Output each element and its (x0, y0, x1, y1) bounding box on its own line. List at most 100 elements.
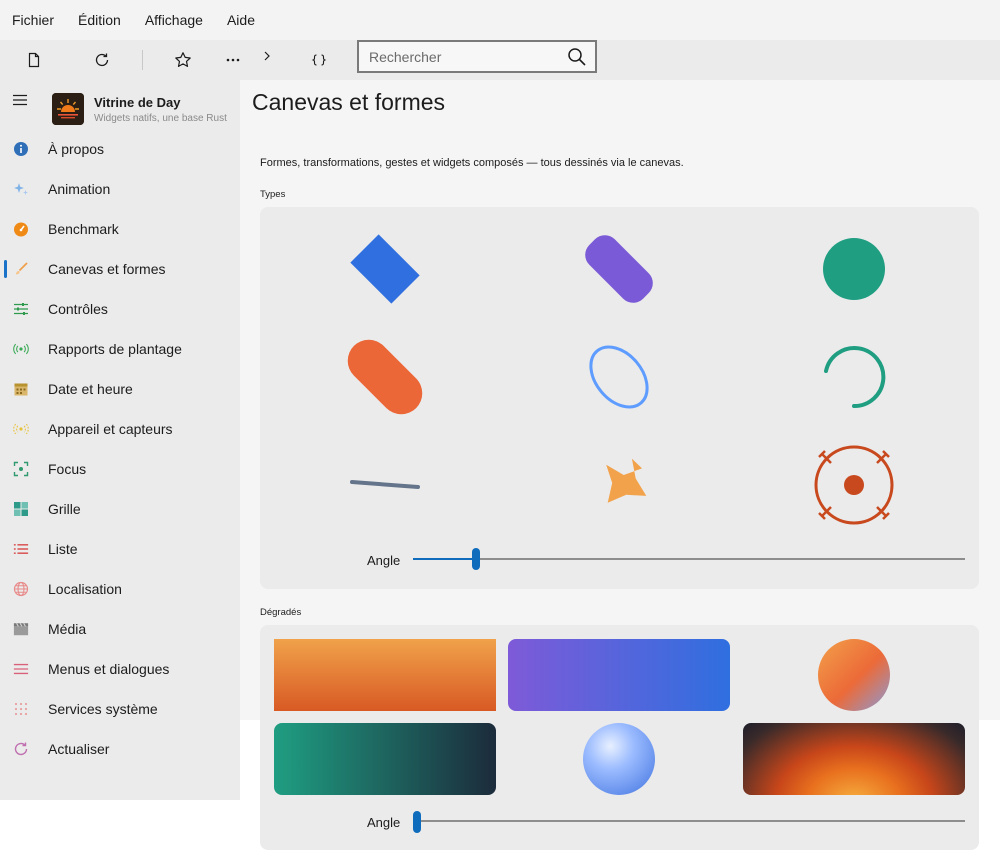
sidebar-item-appareil-et-capteurs[interactable]: Appareil et capteurs (0, 409, 240, 449)
globe-icon (13, 581, 29, 597)
radial-gradient-sunset (743, 723, 965, 795)
favorite-button[interactable] (169, 46, 197, 74)
menu-aide[interactable]: Aide (227, 12, 255, 28)
list-icon (13, 541, 29, 557)
broadcast-icon (13, 341, 29, 357)
gradients-angle-thumb[interactable] (412, 811, 421, 833)
sidebar-item-media[interactable]: Média (0, 609, 240, 649)
sidebar-nav: À propos Animation Benchmark Canevas et … (0, 129, 240, 769)
arc-shape (824, 346, 886, 409)
focus-icon (13, 461, 29, 477)
sidebar-item-label: Rapports de plantage (48, 341, 182, 357)
sidebar-item-label: À propos (48, 141, 105, 157)
capsule-shape (347, 339, 423, 415)
sliders-icon (13, 301, 29, 317)
sidebar-item-label: Animation (48, 181, 111, 197)
sidebar-item-liste[interactable]: Liste (0, 529, 240, 569)
overflow-chevron-button[interactable] (253, 42, 281, 70)
brush-icon (13, 261, 29, 277)
target-shape (814, 445, 894, 525)
toolbar-separator (142, 50, 143, 70)
linear-gradient-orange (274, 639, 496, 711)
sensor-icon (13, 421, 29, 437)
gauge-icon (13, 221, 29, 237)
star-shape (606, 458, 647, 503)
sidebar-item-benchmark[interactable]: Benchmark (0, 209, 240, 249)
sidebar-item-label: Services système (48, 701, 158, 717)
sparkle-icon (13, 181, 29, 197)
radial-gradient-sphere (583, 723, 655, 795)
ellipse-outline-shape (589, 345, 649, 409)
sidebar-item-focus[interactable]: Focus (0, 449, 240, 489)
sidebar-item-menus-et-dialogues[interactable]: Menus et dialogues (0, 649, 240, 689)
more-icon (226, 58, 240, 62)
sidebar-item-grille[interactable]: Grille (0, 489, 240, 529)
app-subtitle: Widgets natifs, une base Rust (94, 113, 227, 124)
rounded-rectangle-shape (585, 235, 653, 303)
sidebar-item-label: Benchmark (48, 221, 119, 237)
sidebar-item-actualiser[interactable]: Actualiser (0, 729, 240, 769)
star-icon (175, 52, 191, 67)
search-box (357, 40, 597, 73)
sidebar-item-a-propos[interactable]: À propos (0, 129, 240, 169)
page-description: Formes, transformations, gestes et widge… (260, 157, 684, 169)
toolbar (0, 40, 1000, 80)
types-angle-fill (413, 558, 477, 560)
code-button[interactable] (305, 46, 333, 74)
dots-grid-icon (13, 701, 29, 717)
more-button[interactable] (219, 46, 247, 74)
calendar-icon (13, 381, 29, 397)
sidebar-item-label: Média (48, 621, 87, 637)
menu-icon (13, 661, 29, 677)
app-logo (52, 93, 84, 125)
app-title: Vitrine de Day (94, 95, 181, 110)
menu-edition[interactable]: Édition (78, 12, 121, 28)
chevron-right-icon (264, 51, 270, 61)
sidebar-item-canevas-et-formes[interactable]: Canevas et formes (0, 249, 240, 289)
page-title: Canevas et formes (252, 89, 446, 115)
sidebar-item-animation[interactable]: Animation (0, 169, 240, 209)
circular-gradient (818, 639, 890, 711)
grid-icon (13, 501, 29, 517)
gradients-angle-track[interactable] (413, 820, 965, 822)
types-angle-track[interactable] (413, 558, 965, 560)
sidebar-item-controles[interactable]: Contrôles (0, 289, 240, 329)
new-page-icon (28, 52, 40, 68)
gradients-angle-label: Angle (367, 815, 401, 830)
circle-shape (823, 238, 885, 300)
new-page-button[interactable] (20, 46, 48, 74)
sidebar-item-label: Canevas et formes (48, 261, 166, 277)
clapper-icon (13, 621, 29, 637)
sidebar-item-date-et-heure[interactable]: Date et heure (0, 369, 240, 409)
line-shape (350, 480, 420, 489)
refresh-icon (13, 741, 29, 757)
sidebar-item-label: Liste (48, 541, 78, 557)
info-icon (13, 141, 29, 157)
types-angle-label: Angle (367, 553, 401, 568)
sidebar-item-label: Actualiser (48, 741, 110, 757)
menu-bar: Fichier Édition Affichage Aide (0, 0, 1000, 40)
menu-fichier[interactable]: Fichier (12, 12, 54, 28)
sidebar-item-localisation[interactable]: Localisation (0, 569, 240, 609)
hamburger-button[interactable] (12, 92, 28, 108)
sidebar-item-label: Focus (48, 461, 87, 477)
sidebar-item-label: Menus et dialogues (48, 661, 170, 677)
menu-affichage[interactable]: Affichage (145, 12, 203, 28)
gradients-section-label: Dégradés (260, 607, 302, 618)
sidebar-item-services-systeme[interactable]: Services système (0, 689, 240, 729)
hamburger-icon (13, 94, 27, 106)
types-canvas (347, 234, 894, 525)
sidebar-item-label: Appareil et capteurs (48, 421, 173, 437)
refresh-button[interactable] (88, 46, 116, 74)
linear-gradient-purple-blue (508, 639, 730, 711)
sunrise-logo-icon (52, 93, 84, 125)
sidebar-item-rapports-de-plantage[interactable]: Rapports de plantage (0, 329, 240, 369)
sidebar-item-label: Localisation (48, 581, 122, 597)
braces-icon (311, 54, 327, 66)
rotated-rectangle-shape (350, 234, 420, 304)
types-angle-thumb[interactable] (472, 548, 481, 570)
types-section-label: Types (260, 189, 286, 200)
refresh-icon (95, 53, 109, 67)
search-input[interactable] (369, 48, 559, 66)
search-button[interactable] (567, 47, 587, 67)
